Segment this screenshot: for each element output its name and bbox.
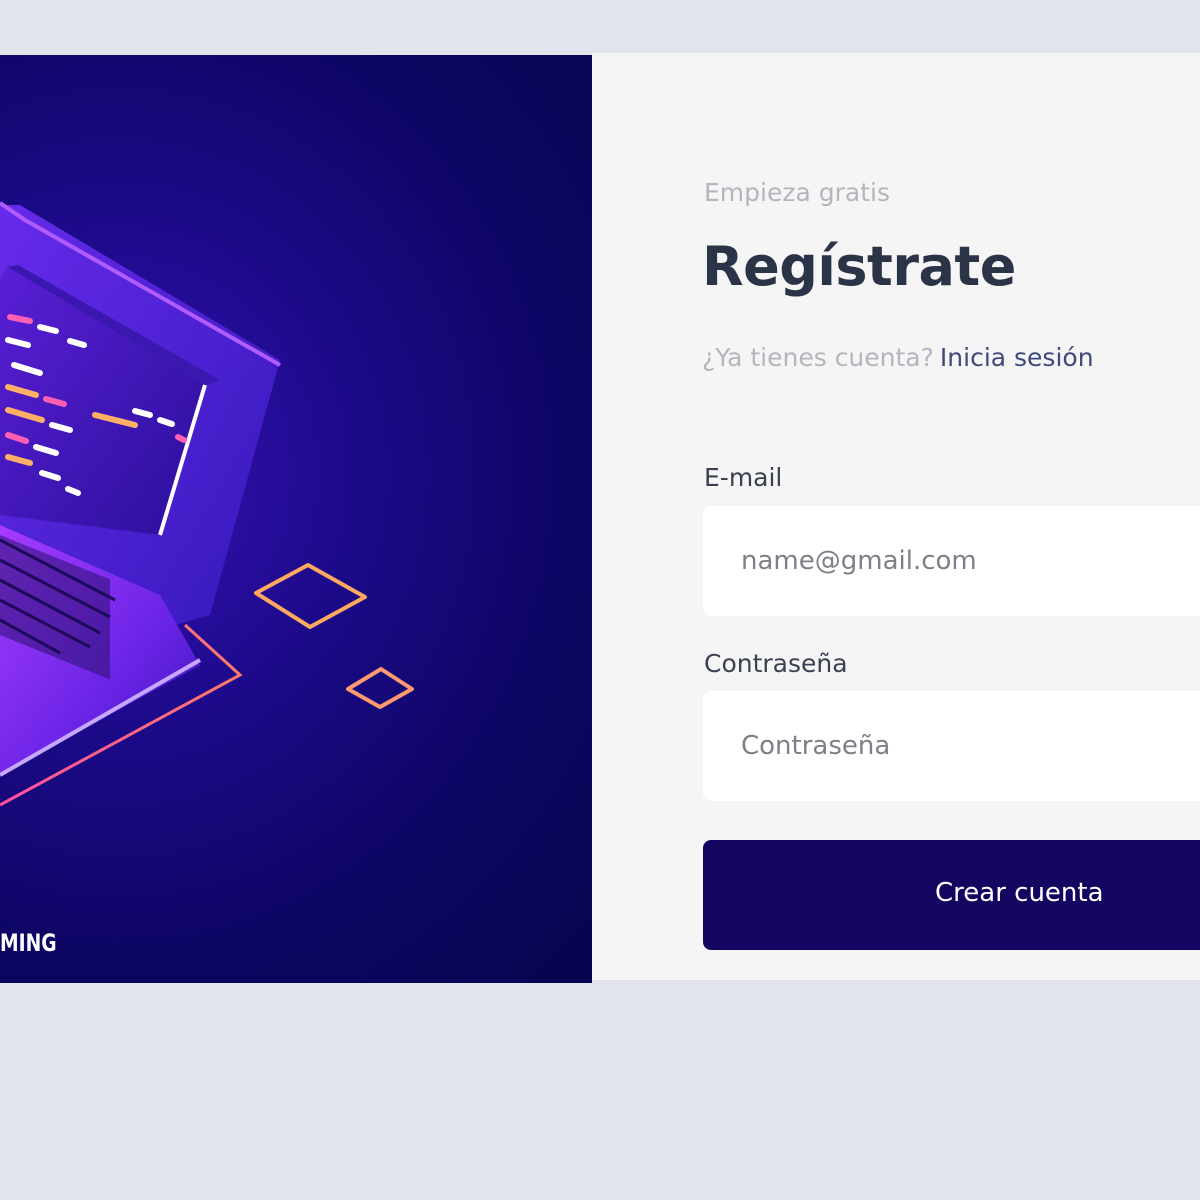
eyebrow-text: Empieza gratis xyxy=(704,178,890,207)
create-account-label: Crear cuenta xyxy=(935,878,1104,908)
diamond-large-shape xyxy=(254,563,367,629)
hero-caption: MING xyxy=(0,929,57,957)
signup-form-panel: Empieza gratis Regístrate ¿Ya tienes cue… xyxy=(592,53,1200,980)
password-label: Contraseña xyxy=(704,649,848,678)
password-field[interactable] xyxy=(703,691,1200,801)
login-prompt-text: ¿Ya tienes cuenta? xyxy=(702,343,934,372)
login-prompt-line: ¿Ya tienes cuenta? Inicia sesión xyxy=(702,343,1094,372)
diamond-small-shape xyxy=(346,667,414,709)
email-label: E-mail xyxy=(704,463,783,492)
create-account-button[interactable]: Crear cuenta xyxy=(703,840,1200,950)
email-field[interactable] xyxy=(703,506,1200,616)
hero-illustration-panel: MING xyxy=(0,55,592,983)
signup-page: MING Empieza gratis Regístrate ¿Ya tiene… xyxy=(0,0,1200,1200)
laptop-illustration xyxy=(0,201,414,807)
page-title: Regístrate xyxy=(702,235,1016,298)
login-link[interactable]: Inicia sesión xyxy=(940,343,1094,372)
